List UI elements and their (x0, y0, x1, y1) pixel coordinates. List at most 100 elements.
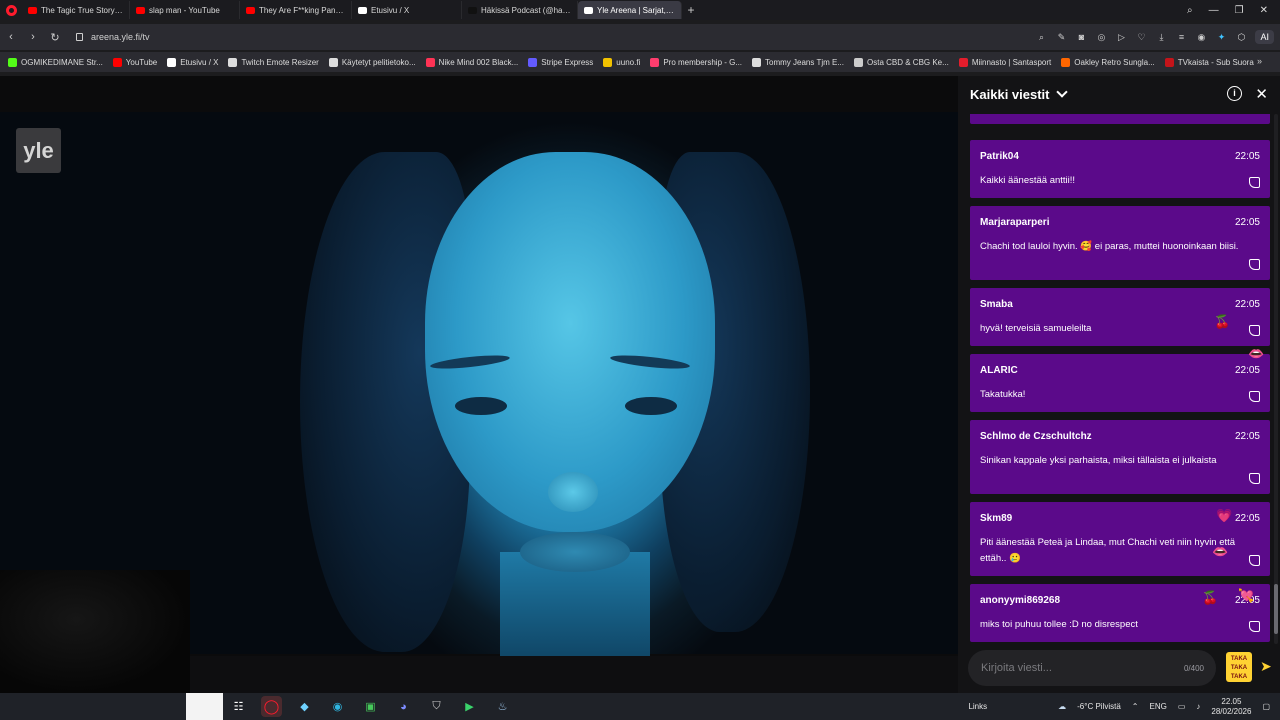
thumbs-up-icon[interactable] (1249, 621, 1260, 632)
bookmark-item[interactable]: OGMIKEDIMANE Str... (8, 57, 103, 67)
bookmark-label: YouTube (125, 57, 158, 67)
edit-icon[interactable]: ✎ (1055, 32, 1067, 43)
message-user: Patrik04 (980, 151, 1019, 162)
bookmark-label: TVkaista - Sub Suora (1177, 57, 1254, 67)
message-text: Takatukka! (980, 389, 1026, 400)
browser-tab[interactable]: Häkissä Podcast (@hakiss (462, 1, 578, 19)
tab-favicon-icon (136, 6, 145, 14)
bookmark-item[interactable]: Miinnasto | Santasport (958, 57, 1052, 67)
camera-icon[interactable]: ◙ (1075, 32, 1087, 42)
thumbs-up-icon[interactable] (1249, 259, 1260, 270)
reaction-sticker-button[interactable]: TAKA TAKA TAKA (1226, 652, 1252, 682)
message-time: 22:05 (1234, 217, 1260, 228)
search-tabs-icon[interactable]: ⌕ (1187, 5, 1193, 16)
message-time: 22:05 (1234, 513, 1260, 524)
bookmark-item[interactable]: Pro membership - G... (650, 57, 742, 67)
send-icon[interactable]: ➤ (1260, 658, 1272, 675)
thumbs-up-icon[interactable] (1249, 177, 1260, 188)
bookmarks-more-icon[interactable]: » (1257, 56, 1262, 66)
bookmark-favicon-icon (752, 57, 762, 67)
maximize-button[interactable]: ❐ (1235, 5, 1244, 16)
menu-icon[interactable]: ≡ (1175, 32, 1187, 42)
bookmark-item[interactable]: YouTube (112, 57, 158, 67)
address-bar: ‹ › ↻ areena.yle.fi/tv ⌕ ✎ ◙ ◎ ▷ ♡ ⤓ ≡ ◉… (0, 24, 1280, 50)
forward-button[interactable]: › (22, 31, 44, 43)
chevron-down-icon[interactable] (1055, 86, 1068, 98)
close-window-button[interactable]: ✕ (1260, 5, 1268, 16)
heart-sticker-icon: 💘 (1238, 588, 1255, 603)
message-text: hyvä! terveisiä samueleilta (980, 323, 1092, 334)
volume-icon[interactable]: ♪ (1196, 702, 1200, 711)
bookmark-item[interactable]: Osta CBD & CBG Ke... (854, 57, 949, 67)
chat-scrollbar[interactable] (1274, 114, 1278, 644)
bookmark-item[interactable]: Etusivu / X (167, 57, 218, 67)
taskbar-search-box[interactable] (186, 693, 223, 720)
discord-icon[interactable]: ◕ (393, 696, 414, 717)
heart-icon[interactable]: ♡ (1135, 32, 1147, 43)
tab-label: slap man - YouTube (149, 5, 220, 15)
minimize-button[interactable]: — (1209, 5, 1219, 16)
reload-button[interactable]: ↻ (44, 31, 66, 44)
browser-tab[interactable]: The Tagic True Story of Ju (22, 1, 130, 19)
play-store-icon[interactable]: ▶ (459, 696, 480, 717)
browser-tab[interactable]: slap man - YouTube (130, 1, 240, 19)
opera-menu-icon[interactable] (0, 0, 22, 20)
xbox-app-icon[interactable]: ▣ (360, 696, 381, 717)
download-icon[interactable]: ⤓ (1155, 32, 1167, 43)
chat-panel: Kaikki viestit i ✕ Patrik04 22:05 Kaikki ä… (958, 76, 1280, 693)
bookmark-favicon-icon (528, 57, 538, 67)
thumbs-up-icon[interactable] (1249, 555, 1260, 566)
bookmark-item[interactable]: Tommy Jeans Tjm E... (752, 57, 844, 67)
weather-text[interactable]: -6°C Pilvistä (1077, 702, 1121, 711)
scrollbar-thumb[interactable] (1274, 584, 1278, 634)
thumbs-up-icon[interactable] (1249, 325, 1260, 336)
bookmark-item[interactable]: Twitch Emote Resizer (228, 57, 319, 67)
info-icon[interactable]: i (1227, 86, 1242, 101)
url-field[interactable]: areena.yle.fi/tv (76, 32, 150, 42)
extension-icon[interactable]: ✦ (1215, 32, 1227, 43)
bookmark-item[interactable]: uuno.fi (603, 57, 640, 67)
steam-icon[interactable]: ♨ (492, 696, 513, 717)
opera-taskbar-icon[interactable]: ◯ (261, 696, 282, 717)
message-list[interactable]: Patrik04 22:05 Kaikki äänestää anttii!! Mar… (970, 114, 1270, 644)
ai-button[interactable]: AI (1255, 30, 1274, 44)
bookmark-item[interactable]: Oakley Retro Sungla... (1061, 57, 1155, 67)
chat-filter-title[interactable]: Kaikki viestit (970, 87, 1050, 102)
bookmark-item[interactable]: Käytetyt pelitietoko... (328, 57, 416, 67)
browser-tab[interactable]: They Are F**king Panickin (240, 1, 352, 19)
notifications-icon[interactable]: ▢ (1262, 702, 1270, 711)
copilot-icon[interactable]: ◆ (294, 696, 315, 717)
message-text: Kaikki äänestää anttii!! (980, 175, 1076, 186)
thumbs-up-icon[interactable] (1249, 473, 1260, 484)
security-shield-icon[interactable]: ⛉ (426, 696, 447, 717)
message-input[interactable]: Kirjoita viesti... 0/400 (968, 650, 1216, 686)
edge-icon[interactable]: ◉ (327, 696, 348, 717)
close-icon[interactable]: ✕ (1255, 85, 1268, 103)
back-button[interactable]: ‹ (0, 31, 22, 43)
video-nose (548, 472, 598, 512)
zoom-icon[interactable]: ⌕ (1035, 32, 1047, 43)
browser-tab[interactable]: Etusivu / X (352, 1, 462, 19)
browser-tab[interactable]: Yle Areena | Sarjat, Po (578, 1, 682, 19)
language-indicator[interactable]: ENG (1149, 702, 1166, 711)
message-input-placeholder[interactable]: Kirjoita viesti... (981, 662, 1052, 674)
bookmark-item[interactable]: Stripe Express (528, 57, 593, 67)
bookmark-favicon-icon (228, 57, 238, 67)
bookmark-item[interactable]: TVkaista - Sub Suora (1164, 57, 1254, 67)
thumbs-up-icon[interactable] (1249, 391, 1260, 402)
profile-icon[interactable]: ◉ (1195, 32, 1207, 43)
bookmark-label: Miinnasto | Santasport (971, 57, 1052, 67)
cube-icon[interactable]: ⬡ (1235, 32, 1247, 43)
chevron-up-icon[interactable]: ⌃ (1132, 702, 1139, 711)
network-icon[interactable]: ▭ (1178, 702, 1186, 711)
shield-icon[interactable]: ◎ (1095, 32, 1107, 43)
url-text[interactable]: areena.yle.fi/tv (91, 32, 150, 42)
clock[interactable]: 22.05 28/02/2026 (1211, 697, 1251, 717)
new-tab-button[interactable]: + (682, 3, 700, 17)
links-toolbar[interactable]: Links (968, 702, 987, 711)
play-icon[interactable]: ▷ (1115, 32, 1127, 43)
cherry-sticker-icon: 🍒 (1214, 314, 1231, 329)
bookmark-item[interactable]: Nike Mind 002 Black... (425, 57, 518, 67)
task-view-icon[interactable]: ☷ (228, 696, 249, 717)
tab-favicon-icon (468, 6, 477, 14)
